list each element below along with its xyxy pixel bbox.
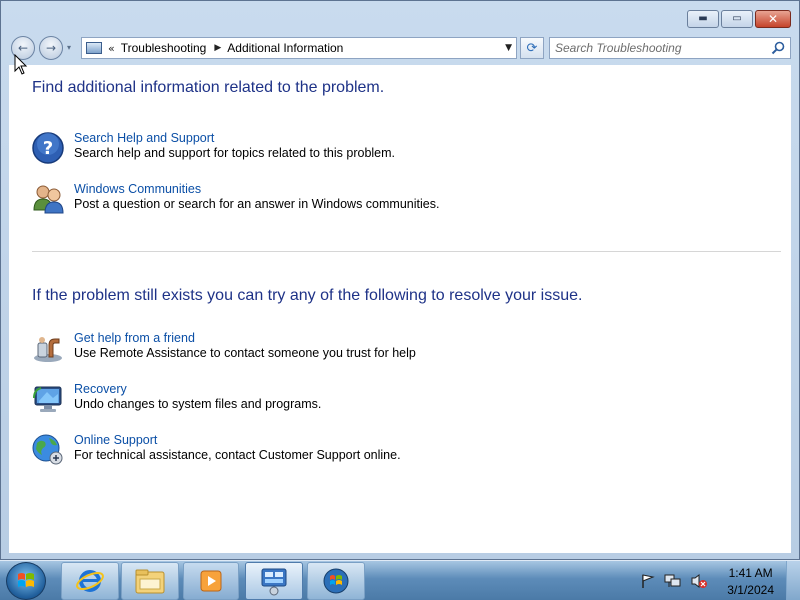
clock-date: 3/1/2024 <box>727 583 774 597</box>
internet-explorer-icon <box>76 570 104 592</box>
show-desktop-button[interactable] <box>786 561 800 600</box>
windows-communities-link[interactable]: Windows Communities <box>74 182 201 196</box>
recovery-icon <box>33 386 62 412</box>
breadcrumb-separator-icon[interactable]: ▶ <box>214 43 221 53</box>
search-input[interactable] <box>550 38 770 58</box>
list-item-recovery: Recovery Undo changes to system files an… <box>31 382 631 418</box>
refresh-button[interactable]: ⟳ <box>520 37 544 59</box>
online-support-icon <box>32 434 63 465</box>
get-help-friend-description: Use Remote Assistance to contact someone… <box>74 346 416 360</box>
back-arrow-icon: ← <box>17 41 29 55</box>
notification-area <box>640 573 708 589</box>
section-divider <box>32 251 781 252</box>
maximize-icon: ▭ <box>732 13 742 24</box>
windows-logo-icon <box>18 573 34 587</box>
navigation-bar: ← → ▾ « Troubleshooting ▶ Additional Inf… <box>1 35 799 61</box>
start-button[interactable] <box>6 562 46 600</box>
list-item-windows-communities: Windows Communities Post a question or s… <box>31 182 631 218</box>
system-clock[interactable]: 1:41 AM 3/1/2024 <box>727 565 774 599</box>
taskbar-troubleshooting[interactable] <box>307 562 365 600</box>
recent-pages-dropdown[interactable]: ▾ <box>67 43 71 52</box>
online-support-description: For technical assistance, contact Custom… <box>74 448 401 462</box>
taskbar-control-panel[interactable] <box>245 562 303 600</box>
control-panel-icon <box>261 568 287 596</box>
media-player-icon <box>200 570 222 592</box>
caption-buttons: ▬ ▭ ✕ <box>687 10 791 28</box>
list-item-get-help-friend: Get help from a friend Use Remote Assist… <box>31 331 631 367</box>
title-bar[interactable]: ▬ ▭ ✕ <box>1 1 799 35</box>
troubleshooting-icon <box>323 568 349 594</box>
content-pane: Find additional information related to t… <box>9 65 791 553</box>
search-help-description: Search help and support for topics relat… <box>74 146 396 160</box>
recovery-description: Undo changes to system files and program… <box>74 397 322 411</box>
online-support-link[interactable]: Online Support <box>74 433 157 447</box>
address-dropdown-icon[interactable]: ▼ <box>505 43 512 53</box>
taskbar-windows-explorer[interactable] <box>121 562 179 600</box>
section-heading-resolve-issue: If the problem still exists you can try … <box>32 287 583 304</box>
list-item-online-support: Online Support For technical assistance,… <box>31 433 631 469</box>
action-center-flag-icon[interactable] <box>640 573 656 589</box>
list-item-search-help: ? Search Help and Support Search help an… <box>31 131 631 167</box>
communities-icon <box>33 185 64 214</box>
windows-explorer-icon <box>135 569 165 594</box>
search-box <box>549 37 791 59</box>
section-heading-additional-info: Find additional information related to t… <box>32 79 385 96</box>
address-bar[interactable]: « Troubleshooting ▶ Additional Informati… <box>81 37 517 59</box>
svg-text:?: ? <box>43 138 53 159</box>
address-overflow-chevron[interactable]: « <box>108 42 115 55</box>
forward-button[interactable]: → <box>39 36 63 60</box>
breadcrumb-additional-information[interactable]: Additional Information <box>227 41 343 55</box>
troubleshooting-window: ▬ ▭ ✕ ← → ▾ « Troubleshooting ▶ Addition… <box>0 0 800 560</box>
help-icon: ? <box>32 132 64 164</box>
forward-arrow-icon: → <box>45 41 57 55</box>
recovery-link[interactable]: Recovery <box>74 382 127 396</box>
volume-muted-icon[interactable] <box>690 573 708 589</box>
get-help-friend-link[interactable]: Get help from a friend <box>74 331 195 345</box>
clock-time: 1:41 AM <box>728 566 773 580</box>
minimize-icon: ▬ <box>698 13 708 24</box>
close-icon: ✕ <box>767 12 779 26</box>
taskbar-media-player[interactable] <box>183 562 239 600</box>
search-icon[interactable] <box>771 41 785 55</box>
control-panel-icon <box>86 42 102 54</box>
remote-assistance-icon <box>34 337 62 362</box>
network-icon[interactable] <box>664 573 682 589</box>
minimize-button[interactable]: ▬ <box>687 10 719 28</box>
mouse-cursor-icon <box>14 54 28 75</box>
close-button[interactable]: ✕ <box>755 10 791 28</box>
search-help-link[interactable]: Search Help and Support <box>74 131 214 145</box>
taskbar-internet-explorer[interactable] <box>61 562 119 600</box>
taskbar: 1:41 AM 3/1/2024 <box>0 560 800 600</box>
refresh-icon: ⟳ <box>526 40 538 56</box>
maximize-button[interactable]: ▭ <box>721 10 753 28</box>
breadcrumb-troubleshooting[interactable]: Troubleshooting <box>121 41 207 55</box>
windows-communities-description: Post a question or search for an answer … <box>74 197 440 211</box>
